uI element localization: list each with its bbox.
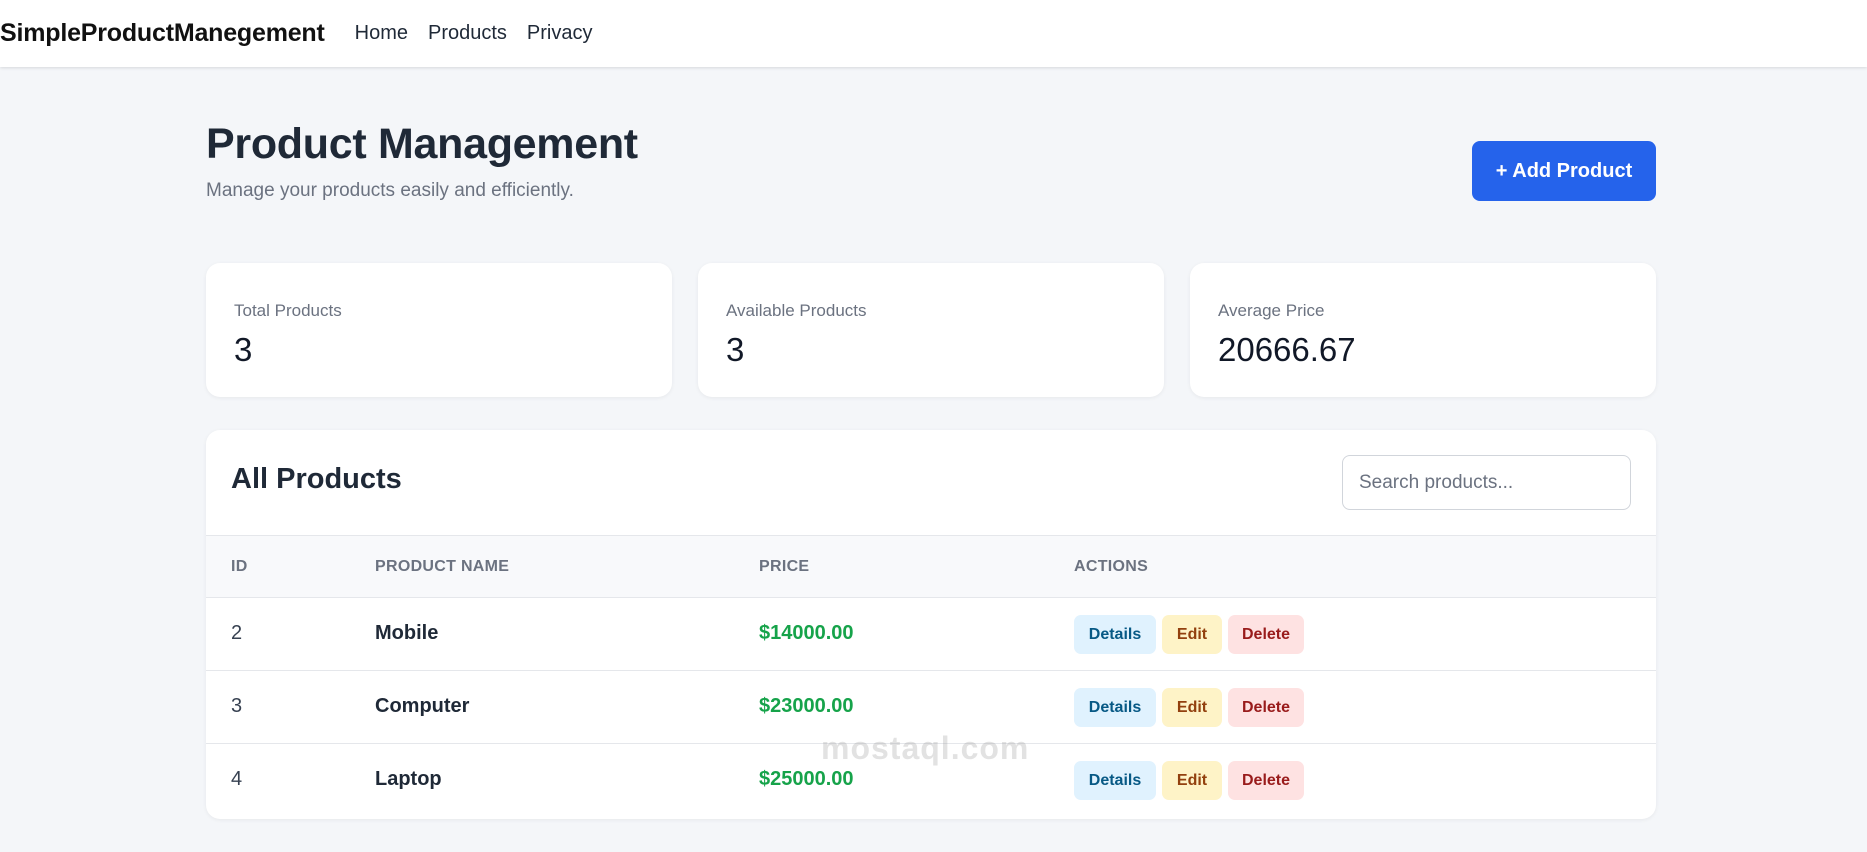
edit-button[interactable]: Edit — [1162, 761, 1222, 800]
stat-card-total-products: Total Products 3 — [206, 263, 672, 397]
nav-link-privacy[interactable]: Privacy — [527, 22, 593, 45]
brand-logo-text[interactable]: SimpleProductManegement — [0, 19, 325, 48]
search-input[interactable] — [1342, 455, 1631, 510]
column-header-id: ID — [231, 558, 248, 575]
table-row: 2 Mobile $14000.00 Details Edit Delete — [206, 598, 1656, 671]
stat-value: 20666.67 — [1218, 331, 1356, 368]
cell-id: 3 — [231, 695, 243, 717]
column-header-actions: ACTIONS — [1074, 558, 1149, 575]
details-button[interactable]: Details — [1074, 688, 1156, 727]
cell-price: $25000.00 — [759, 768, 854, 790]
cell-id: 2 — [231, 622, 243, 644]
page-title: Product Management — [206, 120, 638, 168]
nav-link-home[interactable]: Home — [355, 22, 408, 45]
cell-product-name: Computer — [375, 695, 470, 717]
details-button[interactable]: Details — [1074, 761, 1156, 800]
row-actions: Details Edit Delete — [1074, 688, 1304, 727]
cell-product-name: Laptop — [375, 768, 442, 790]
panel-title: All Products — [231, 463, 402, 495]
delete-button[interactable]: Delete — [1228, 615, 1304, 654]
top-navbar: SimpleProductManegement Home Products Pr… — [0, 0, 1867, 67]
watermark: mostaql.com — [821, 730, 1030, 766]
delete-button[interactable]: Delete — [1228, 761, 1304, 800]
stat-label: Average Price — [1218, 301, 1325, 320]
column-header-price: PRICE — [759, 558, 810, 575]
stat-card-available-products: Available Products 3 — [698, 263, 1164, 397]
add-product-button[interactable]: + Add Product — [1472, 141, 1656, 201]
column-header-product-name: PRODUCT NAME — [375, 558, 510, 575]
table-header: ID PRODUCT NAME PRICE ACTIONS — [206, 535, 1656, 598]
row-actions: Details Edit Delete — [1074, 615, 1304, 654]
delete-button[interactable]: Delete — [1228, 688, 1304, 727]
cell-price: $23000.00 — [759, 695, 854, 717]
cell-product-name: Mobile — [375, 622, 439, 644]
edit-button[interactable]: Edit — [1162, 688, 1222, 727]
edit-button[interactable]: Edit — [1162, 615, 1222, 654]
cell-price: $14000.00 — [759, 622, 854, 644]
details-button[interactable]: Details — [1074, 615, 1156, 654]
stat-card-average-price: Average Price 20666.67 — [1190, 263, 1656, 397]
row-actions: Details Edit Delete — [1074, 761, 1304, 800]
stat-label: Total Products — [234, 301, 342, 320]
nav-link-products[interactable]: Products — [428, 22, 507, 45]
stat-value: 3 — [234, 331, 253, 368]
cell-id: 4 — [231, 768, 243, 790]
page-subtitle: Manage your products easily and efficien… — [206, 180, 574, 201]
stat-value: 3 — [726, 331, 745, 368]
stat-label: Available Products — [726, 301, 867, 320]
